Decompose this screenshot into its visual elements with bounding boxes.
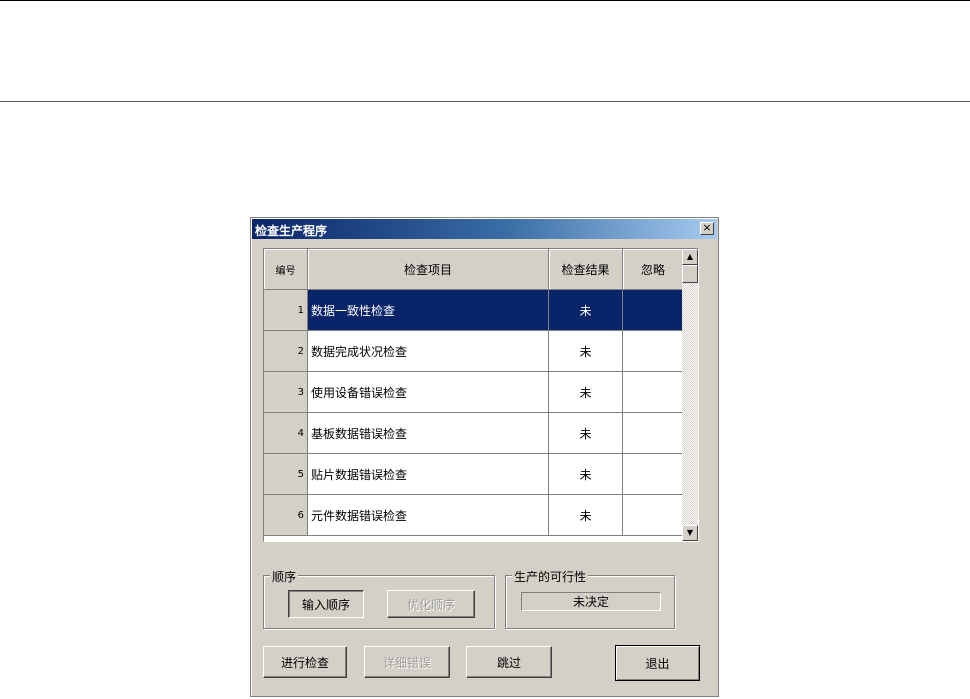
check-item-name[interactable]: 使用设备错误检查: [308, 372, 549, 413]
table-row[interactable]: 1 数据一致性检查 未: [264, 290, 684, 331]
feasibility-group: 生产的可行性 未决定: [505, 568, 675, 629]
vertical-scrollbar[interactable]: ▲ ▼: [682, 249, 698, 541]
input-order-button[interactable]: 输入顺序: [288, 590, 364, 618]
feasibility-group-label: 生产的可行性: [512, 568, 589, 585]
close-icon: ×: [702, 221, 712, 234]
exit-label: 退出: [645, 656, 670, 671]
ignore-cell[interactable]: [623, 331, 684, 372]
feasibility-status-value: 未决定: [572, 595, 609, 609]
check-result[interactable]: 未: [549, 290, 623, 331]
detail-errors-button[interactable]: 详细错误: [364, 646, 450, 678]
check-result[interactable]: 未: [549, 413, 623, 454]
check-items-grid: 编号 检查项目 检查结果 忽略 1 数据一致性检查 未 2 数据完成状况检查 未…: [263, 248, 699, 542]
feasibility-status: 未决定: [521, 592, 661, 611]
check-result[interactable]: 未: [549, 372, 623, 413]
ignore-cell[interactable]: [623, 372, 684, 413]
run-check-label: 进行检查: [280, 655, 329, 670]
optimize-order-button[interactable]: 优化顺序: [387, 590, 475, 618]
column-header-ignore[interactable]: 忽略: [623, 249, 684, 290]
row-number: 5: [264, 454, 308, 495]
divider-rule: [0, 101, 970, 102]
table-row[interactable]: 4 基板数据错误检查 未: [264, 413, 684, 454]
top-rule: [0, 0, 970, 1]
arrow-up-icon: ▲: [686, 252, 694, 261]
check-item-name[interactable]: 基板数据错误检查: [308, 413, 549, 454]
run-check-button[interactable]: 进行检查: [263, 646, 347, 678]
order-group-label: 顺序: [270, 568, 299, 585]
check-result[interactable]: 未: [549, 331, 623, 372]
optimize-order-label: 优化顺序: [406, 597, 455, 612]
row-number: 3: [264, 372, 308, 413]
column-header-number[interactable]: 编号: [264, 249, 308, 290]
exit-button[interactable]: 退出: [615, 645, 700, 681]
check-item-name[interactable]: 贴片数据错误检查: [308, 454, 549, 495]
scroll-thumb[interactable]: [682, 265, 698, 283]
close-button[interactable]: ×: [700, 222, 714, 235]
detail-errors-label: 详细错误: [382, 655, 431, 670]
arrow-down-icon: ▼: [686, 528, 694, 537]
skip-label: 跳过: [496, 655, 521, 670]
column-header-result[interactable]: 检查结果: [549, 249, 623, 290]
scroll-down-button[interactable]: ▼: [682, 525, 698, 541]
dialog-title: 检查生产程序: [255, 224, 328, 238]
input-order-label: 输入顺序: [301, 597, 350, 612]
ignore-cell[interactable]: [623, 290, 684, 331]
check-item-name[interactable]: 元件数据错误检查: [308, 495, 549, 536]
row-number: 2: [264, 331, 308, 372]
table-row[interactable]: 2 数据完成状况检查 未: [264, 331, 684, 372]
table-row[interactable]: 3 使用设备错误检查 未: [264, 372, 684, 413]
row-number: 6: [264, 495, 308, 536]
check-item-name[interactable]: 数据一致性检查: [308, 290, 549, 331]
title-bar[interactable]: 检查生产程序 ×: [252, 219, 717, 239]
ignore-cell[interactable]: [623, 413, 684, 454]
check-program-dialog: 检查生产程序 × 编号 检查项目 检查结果 忽略 1 数据一致性检查 未 2 数…: [250, 217, 719, 697]
check-result[interactable]: 未: [549, 495, 623, 536]
scroll-up-button[interactable]: ▲: [682, 249, 698, 265]
ignore-cell[interactable]: [623, 454, 684, 495]
table-row[interactable]: 6 元件数据错误检查 未: [264, 495, 684, 536]
row-number: 1: [264, 290, 308, 331]
skip-button[interactable]: 跳过: [466, 646, 552, 678]
check-result[interactable]: 未: [549, 454, 623, 495]
ignore-cell[interactable]: [623, 495, 684, 536]
column-header-item[interactable]: 检查项目: [308, 249, 549, 290]
grid-header: 编号 检查项目 检查结果 忽略: [264, 249, 684, 290]
row-number: 4: [264, 413, 308, 454]
table-row[interactable]: 5 贴片数据错误检查 未: [264, 454, 684, 495]
order-group: 顺序 输入顺序 优化顺序: [263, 568, 495, 629]
check-item-name[interactable]: 数据完成状况检查: [308, 331, 549, 372]
